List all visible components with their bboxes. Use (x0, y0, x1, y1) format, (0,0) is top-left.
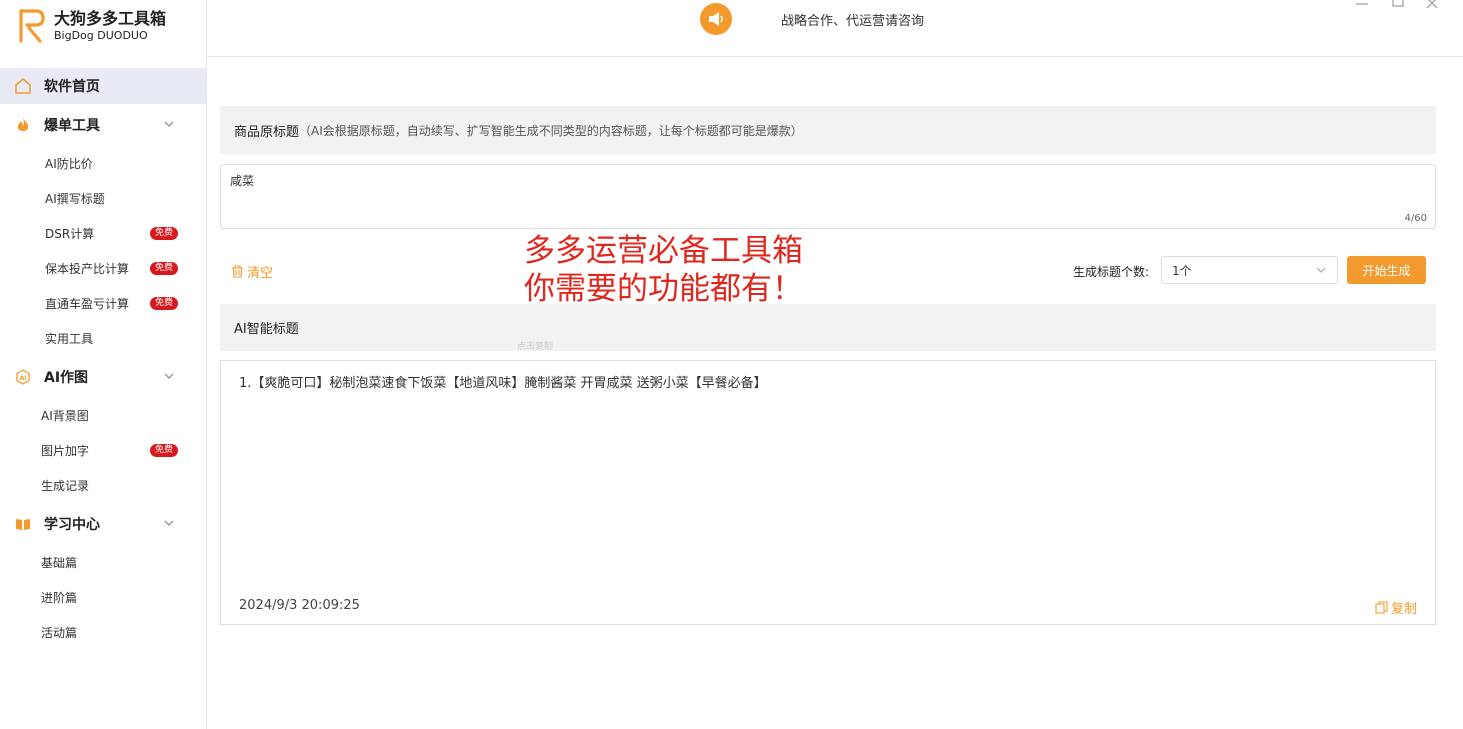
brand-name-en: BigDog DUODUO (54, 29, 148, 42)
original-title-label: 商品原标题 (234, 124, 300, 140)
book-icon (14, 515, 32, 533)
promo-overlay: 多多运营必备工具箱 你需要的功能都有！ (524, 232, 803, 308)
maximize-icon[interactable] (1392, 0, 1404, 8)
chevron-down-icon (164, 373, 174, 379)
ai-title-header: AI智能标题 (220, 304, 1436, 351)
title-count-label: 生成标题个数: (1073, 265, 1150, 279)
clear-label: 清空 (247, 266, 274, 281)
free-badge: 免费 (150, 297, 179, 310)
logo-icon (19, 9, 45, 43)
original-title-input[interactable]: 咸菜 4/60 (220, 164, 1436, 229)
top-header: 战略合作、代运营请咨询 (207, 0, 1463, 57)
sidebar-item-history[interactable]: 生成记录 (0, 468, 207, 503)
sidebar-group-label: AI作图 (44, 370, 89, 386)
copy-icon (1375, 601, 1388, 614)
minimize-icon[interactable] (1356, 0, 1368, 8)
sidebar-item-label: 保本投产比计算 (45, 262, 130, 276)
app-window: 大狗多多工具箱 BigDog DUODUO 软件首页 爆单工具 AI防比价 AI… (0, 0, 1463, 729)
start-generate-button[interactable]: 开始生成 (1347, 256, 1426, 284)
home-icon (15, 78, 31, 94)
title-count-value: 1个 (1172, 263, 1192, 278)
char-counter: 4/60 (1404, 213, 1427, 224)
sidebar-item-ztc[interactable]: 直通车盈亏计算 免费 (0, 286, 207, 321)
sidebar-item-label: 直通车盈亏计算 (45, 297, 130, 311)
chevron-down-icon (1316, 267, 1326, 273)
sidebar-item-label: 图片加字 (41, 444, 90, 458)
sidebar-item-home-label: 软件首页 (44, 79, 100, 95)
sidebar-item-dsr[interactable]: DSR计算 免费 (0, 216, 207, 251)
sidebar-item-add-text[interactable]: 图片加字 免费 (0, 433, 207, 468)
close-icon[interactable] (1426, 0, 1438, 8)
sidebar-item-label: AI防比价 (45, 157, 93, 171)
copy-label: 复制 (1390, 602, 1417, 617)
chevron-down-icon (164, 520, 174, 526)
trash-icon (232, 265, 243, 278)
sidebar-group-learning[interactable]: 学习中心 (0, 503, 207, 545)
original-title-header: 商品原标题 （AI会根据原标题，自动续写、扩写智能生成不同类型的内容标题，让每个… (220, 106, 1436, 154)
sidebar-item-label: DSR计算 (45, 227, 95, 241)
sidebar-item-label: 生成记录 (41, 479, 90, 493)
sidebar-group-ai-draw[interactable]: AI AI作图 (0, 356, 207, 398)
brand-name: 大狗多多工具箱 (54, 9, 167, 28)
result-timestamp: 2024/9/3 20:09:25 (239, 598, 360, 613)
logo: 大狗多多工具箱 BigDog DUODUO (18, 8, 166, 44)
sidebar-item-label: 活动篇 (41, 626, 78, 640)
free-badge: 免费 (150, 444, 179, 457)
sidebar-item-advanced[interactable]: 进阶篇 (0, 580, 207, 615)
promo-line-1: 多多运营必备工具箱 (524, 233, 803, 269)
sidebar-nav: 软件首页 爆单工具 AI防比价 AI撰写标题 DSR计算 免费 保本投产比计算 免费… (0, 68, 207, 650)
svg-text:AI: AI (20, 375, 27, 382)
sidebar-item-basic[interactable]: 基础篇 (0, 545, 207, 580)
sidebar-group-label: 学习中心 (44, 517, 100, 533)
sidebar-item-ai-bg[interactable]: AI背景图 (0, 398, 207, 433)
promo-line-2: 你需要的功能都有！ (524, 271, 803, 307)
sidebar-item-ai-fangbijia[interactable]: AI防比价 (0, 146, 207, 181)
sidebar-item-ai-title[interactable]: AI撰写标题 (0, 181, 207, 216)
sidebar-item-label: 实用工具 (45, 332, 94, 346)
ai-icon: AI (14, 368, 32, 386)
chevron-down-icon (164, 121, 174, 127)
free-badge: 免费 (150, 227, 179, 240)
sidebar-item-label: 基础篇 (41, 556, 78, 570)
flame-icon (14, 116, 32, 134)
original-title-hint: （AI会根据原标题，自动续写、扩写智能生成不同类型的内容标题，让每个标题都可能是… (299, 123, 803, 138)
title-count-select[interactable]: 1个 (1161, 256, 1338, 284)
sidebar: 大狗多多工具箱 BigDog DUODUO 软件首页 爆单工具 AI防比价 AI… (0, 0, 207, 729)
result-title[interactable]: 1.【爽脆可口】秘制泡菜速食下饭菜【地道风味】腌制酱菜 开胃咸菜 送粥小菜【早餐… (239, 372, 767, 391)
result-card: 1.【爽脆可口】秘制泡菜速食下饭菜【地道风味】腌制酱菜 开胃咸菜 送粥小菜【早餐… (220, 360, 1436, 625)
sidebar-group-baodan[interactable]: 爆单工具 (0, 104, 207, 146)
copy-button[interactable]: 复制 (1375, 598, 1417, 617)
sidebar-item-label: AI背景图 (41, 409, 89, 423)
sidebar-item-roi[interactable]: 保本投产比计算 免费 (0, 251, 207, 286)
sidebar-item-home[interactable]: 软件首页 (0, 68, 207, 104)
sidebar-item-label: 进阶篇 (41, 591, 78, 605)
sidebar-group-label: 爆单工具 (44, 118, 100, 134)
sidebar-item-label: AI撰写标题 (45, 192, 105, 206)
free-badge: 免费 (150, 262, 179, 275)
cooperation-notice[interactable]: 战略合作、代运营请咨询 (781, 10, 924, 29)
sidebar-item-events[interactable]: 活动篇 (0, 615, 207, 650)
original-title-value: 咸菜 (230, 174, 255, 188)
megaphone-icon[interactable] (700, 3, 732, 35)
clear-button[interactable]: 清空 (231, 262, 273, 281)
ghost-hint: 点击复制 (517, 342, 554, 352)
sidebar-item-tools[interactable]: 实用工具 (0, 321, 207, 356)
